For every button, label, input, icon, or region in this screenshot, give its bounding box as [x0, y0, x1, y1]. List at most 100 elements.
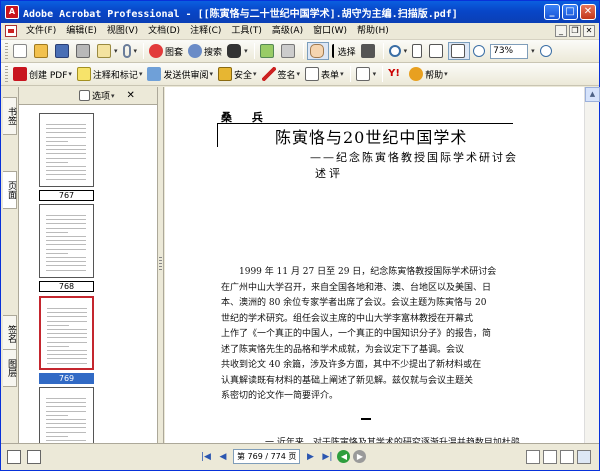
next-page-button[interactable]: ▶: [303, 450, 317, 464]
previous-view-icon[interactable]: ◀: [337, 450, 351, 463]
maximize-button[interactable]: □: [562, 4, 578, 20]
previous-page-button[interactable]: ◀: [216, 450, 230, 464]
secure-button[interactable]: 安全 ▾: [216, 65, 259, 83]
menu-file[interactable]: 文件(F): [21, 24, 61, 39]
toolbar-separator: [253, 43, 255, 59]
print-button[interactable]: [74, 42, 94, 60]
fit-page-button[interactable]: [427, 42, 447, 60]
tab-bookmarks[interactable]: 书签: [3, 97, 17, 135]
thumbnail-text-line: [46, 178, 86, 180]
panel-close-button[interactable]: ✕: [127, 90, 135, 101]
read-aloud-button[interactable]: [258, 42, 278, 60]
zoom-tool-button[interactable]: ▾: [387, 42, 410, 60]
attach-button[interactable]: ▾: [121, 42, 140, 60]
doc-minimize-button[interactable]: _: [555, 25, 567, 37]
organizer-button[interactable]: 图套: [147, 42, 185, 60]
comment-markup-button[interactable]: 注释和标记 ▾: [75, 65, 145, 83]
panel-splitter[interactable]: [158, 87, 164, 443]
menu-view[interactable]: 视图(V): [102, 24, 143, 39]
find-button[interactable]: ▾: [225, 42, 250, 60]
thumbnail-text-line: [46, 406, 86, 408]
continuous-facing-icon[interactable]: [577, 450, 591, 464]
toolbar-grip[interactable]: [5, 43, 8, 59]
text-cursor-icon: [331, 44, 336, 58]
tab-pages[interactable]: 页面: [3, 171, 17, 209]
menu-comments[interactable]: 注释(C): [185, 24, 226, 39]
forms-button[interactable]: 表单 ▾: [303, 65, 346, 83]
thumbnail-page-label[interactable]: 769: [39, 373, 94, 384]
zoom-level-input[interactable]: 73%: [490, 43, 529, 59]
email-button[interactable]: ▾: [95, 42, 120, 60]
magnifier-icon: [388, 45, 401, 57]
menu-edit[interactable]: 编辑(E): [61, 24, 102, 39]
document-icon[interactable]: [5, 25, 17, 37]
sign-label: 签名: [277, 70, 296, 81]
open-button[interactable]: [32, 42, 52, 60]
page-thumbnail[interactable]: [39, 204, 94, 278]
thumbnail-page-label[interactable]: 767: [39, 190, 94, 201]
single-page-icon[interactable]: [526, 450, 540, 464]
last-page-button[interactable]: ▶|: [320, 450, 334, 464]
thumbnail-text-line: [46, 124, 86, 125]
thumbnail-text-line: [46, 261, 86, 263]
options-menu[interactable]: 选项 ▾: [79, 89, 115, 102]
thumbnail-text-line: [47, 316, 87, 318]
snapshot-button[interactable]: [359, 42, 379, 60]
menu-window[interactable]: 窗口(W): [308, 24, 352, 39]
page-size-icon[interactable]: [27, 450, 41, 464]
thumbnail-text-line: [46, 132, 86, 134]
doc-close-button[interactable]: ✕: [583, 25, 595, 37]
thumbnail-text-line: [46, 257, 86, 258]
thumbnail-page-label[interactable]: 768: [39, 281, 94, 292]
vertical-scrollbar[interactable]: ▲: [584, 87, 600, 443]
thumbnail-text-line: [46, 398, 86, 399]
zoom-in-button[interactable]: [538, 42, 556, 60]
close-button[interactable]: ✕: [580, 4, 596, 20]
continuous-icon[interactable]: [543, 450, 557, 464]
select-tool-button[interactable]: 选择: [330, 42, 358, 60]
toolbar-separator: [382, 43, 384, 59]
page-thumbnail[interactable]: [39, 387, 94, 443]
page-thumbnail[interactable]: [39, 296, 94, 370]
thumbnail-text-line: [46, 427, 86, 429]
zoom-dropdown[interactable]: ▾: [528, 42, 537, 60]
menu-tools[interactable]: 工具(T): [226, 24, 267, 39]
thumbnail-text-line: [46, 128, 86, 130]
save-button[interactable]: [53, 42, 73, 60]
toolbar-separator: [349, 66, 351, 82]
first-page-button[interactable]: |◀: [199, 450, 213, 464]
document-info-icon[interactable]: [7, 450, 21, 464]
create-pdf-button[interactable]: [11, 42, 31, 60]
doc-restore-button[interactable]: ❐: [569, 25, 581, 37]
page-number-field[interactable]: 第 769 / 774 页: [233, 449, 301, 464]
scroll-up-arrow-icon[interactable]: ▲: [585, 87, 600, 102]
help-button[interactable]: 帮助 ▾: [407, 65, 450, 83]
tab-layers[interactable]: 图层: [3, 349, 17, 387]
help-label: 帮助: [425, 70, 444, 81]
yahoo-button[interactable]: Y!: [386, 65, 406, 83]
search-button[interactable]: 搜索: [186, 42, 224, 60]
page-thumbnail[interactable]: [39, 113, 94, 187]
sign-button[interactable]: 签名 ▾: [260, 65, 303, 83]
menu-document[interactable]: 文档(D): [143, 24, 185, 39]
next-view-icon[interactable]: ▶: [353, 450, 367, 463]
thumbnail-text-line: [47, 350, 87, 351]
page-layout-button[interactable]: ▾: [354, 65, 379, 83]
toolbar-grip[interactable]: [5, 66, 8, 82]
menu-help[interactable]: 帮助(H): [352, 24, 394, 39]
hand-tool-button[interactable]: [306, 42, 329, 60]
actual-size-button[interactable]: [410, 42, 426, 60]
thumbnail-text-line: [47, 320, 87, 322]
rotate-button[interactable]: [279, 42, 299, 60]
zoom-out-button[interactable]: [471, 42, 489, 60]
send-review-button[interactable]: 发送供审阅 ▾: [145, 65, 215, 83]
thumbnail-text-line: [46, 265, 86, 267]
create-pdf-task-button[interactable]: 创建 PDF ▾: [11, 65, 74, 83]
fit-width-button[interactable]: [448, 42, 471, 60]
menu-advanced[interactable]: 高级(A): [267, 24, 308, 39]
tab-signatures[interactable]: 签名: [3, 315, 17, 353]
facing-icon[interactable]: [560, 450, 574, 464]
minimize-button[interactable]: _: [544, 4, 560, 20]
rule-line-vertical: [217, 123, 218, 147]
paragraph-line: 述了陈寅恪先生的品格和学术成就，为会议定下了基调。会议: [221, 344, 465, 355]
